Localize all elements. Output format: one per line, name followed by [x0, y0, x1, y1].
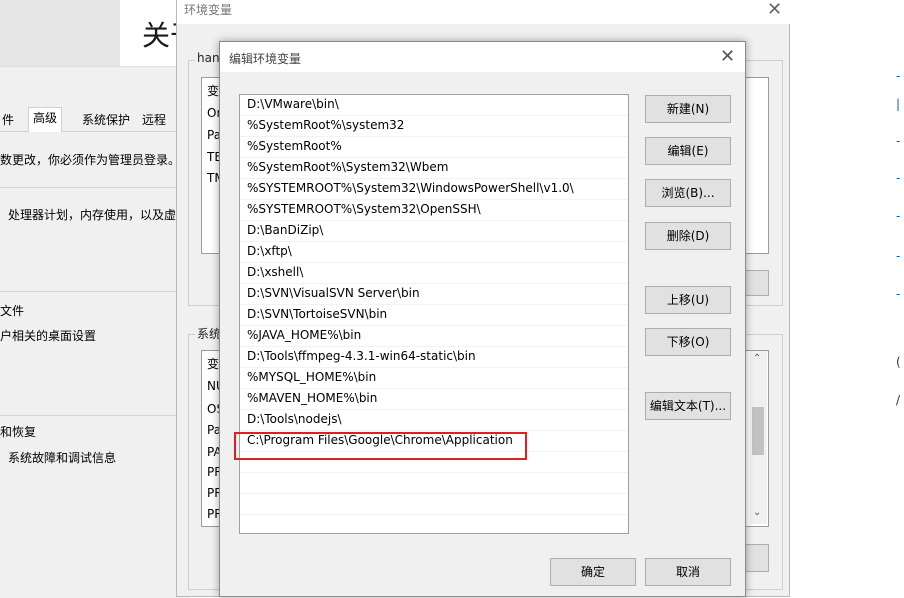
tab-remote[interactable]: 远程 — [138, 110, 170, 130]
tab-system-protection[interactable]: 系统保护 — [78, 110, 134, 130]
path-text: D:\SVN\VisualSVN Server\bin — [247, 286, 420, 300]
tab-advanced[interactable]: 高级 — [28, 107, 63, 132]
settings-link-fragments: - | - - - - - ( / — [896, 69, 901, 407]
ok-button[interactable]: 确定 — [550, 558, 636, 586]
path-item-highlighted[interactable]: C:\Program Files\Google\Chrome\Applicati… — [240, 431, 628, 452]
path-text: D:\SVN\TortoiseSVN\bin — [247, 307, 388, 321]
empty-row[interactable] — [240, 494, 628, 515]
path-text: D:\Tools\ffmpeg-4.3.1-win64-static\bin — [247, 349, 476, 363]
edit-environment-variable-dialog: 编辑环境变量 ✕ D:\VMware\bin\ %SystemRoot%\sys… — [219, 41, 746, 597]
chevron-down-icon[interactable]: ⌄ — [753, 507, 761, 518]
settings-sidebar-fragment — [0, 0, 120, 66]
path-item[interactable]: D:\xftp\ — [240, 242, 628, 263]
move-up-button[interactable]: 上移(U) — [645, 286, 731, 314]
system-properties-tabs: 件 高级 系统保护 远程 — [0, 107, 190, 132]
path-item[interactable]: %SystemRoot%\System32\Wbem — [240, 158, 628, 179]
divider — [0, 291, 190, 292]
path-item[interactable]: D:\xshell\ — [240, 263, 628, 284]
browse-button[interactable]: 浏览(B)... — [645, 179, 731, 207]
empty-row[interactable] — [240, 473, 628, 494]
path-item[interactable]: %SystemRoot%\system32 — [240, 116, 628, 137]
path-text: D:\VMware\bin\ — [247, 97, 339, 111]
divider — [0, 415, 190, 416]
list-item[interactable]: 变 — [207, 355, 219, 372]
path-text: %MYSQL_HOME%\bin — [247, 370, 377, 384]
scrollbar[interactable]: ⌃ ⌄ — [750, 351, 767, 524]
path-item[interactable]: %MAVEN_HOME%\bin — [240, 389, 628, 410]
path-text: %SystemRoot%\system32 — [247, 118, 405, 132]
title-bar — [177, 0, 791, 24]
path-item[interactable]: %SystemRoot% — [240, 137, 628, 158]
tab-hardware[interactable]: 件 — [0, 110, 18, 130]
path-text: %SYSTEMROOT%\System32\OpenSSH\ — [247, 202, 481, 216]
path-item[interactable]: D:\VMware\bin\ — [240, 95, 628, 116]
path-item[interactable]: %JAVA_HOME%\bin — [240, 326, 628, 347]
path-text: %JAVA_HOME%\bin — [247, 328, 362, 342]
path-item[interactable]: %SYSTEMROOT%\System32\WindowsPowerShell\… — [240, 179, 628, 200]
dialog-title: 编辑环境变量 — [229, 52, 302, 66]
path-text: %SystemRoot%\System32\Wbem — [247, 160, 449, 174]
path-list[interactable]: D:\VMware\bin\ %SystemRoot%\system32 %Sy… — [239, 94, 629, 534]
delete-button[interactable]: 删除(D) — [645, 222, 731, 250]
system-delete-button-edge[interactable] — [743, 544, 769, 572]
path-item[interactable]: D:\SVN\TortoiseSVN\bin — [240, 305, 628, 326]
cancel-button[interactable]: 取消 — [645, 558, 731, 586]
chevron-up-icon[interactable]: ⌃ — [753, 353, 761, 364]
path-text: %SYSTEMROOT%\System32\WindowsPowerShell\… — [247, 181, 574, 195]
startup-recovery-description: 系统故障和调试信息 — [8, 451, 117, 465]
empty-row[interactable] — [240, 452, 628, 473]
path-text: %MAVEN_HOME%\bin — [247, 391, 378, 405]
system-properties-dialog: 件 高级 系统保护 远程 数更改，你必须作为管理员登录。 处理器计划，内存使用，… — [0, 66, 190, 598]
user-profiles-description: 户相关的桌面设置 — [0, 329, 97, 343]
path-text: C:\Program Files\Google\Chrome\Applicati… — [247, 433, 513, 447]
path-text: D:\xftp\ — [247, 244, 292, 258]
divider — [0, 187, 190, 188]
path-text: D:\Tools\nodejs\ — [247, 412, 342, 426]
path-text: D:\BanDiZip\ — [247, 223, 324, 237]
user-profiles-heading: 文件 — [0, 304, 25, 318]
close-icon[interactable]: ✕ — [767, 0, 782, 20]
path-item[interactable]: %MYSQL_HOME%\bin — [240, 368, 628, 389]
scrollbar-thumb[interactable] — [752, 407, 764, 455]
new-button[interactable]: 新建(N) — [645, 95, 731, 123]
user-delete-button-edge[interactable] — [743, 270, 769, 296]
path-item[interactable]: D:\SVN\VisualSVN Server\bin — [240, 284, 628, 305]
performance-description: 处理器计划，内存使用，以及虚 — [8, 208, 177, 222]
edit-button[interactable]: 编辑(E) — [645, 137, 731, 165]
path-item[interactable]: D:\BanDiZip\ — [240, 221, 628, 242]
path-item[interactable]: %SYSTEMROOT%\System32\OpenSSH\ — [240, 200, 628, 221]
path-item[interactable]: D:\Tools\ffmpeg-4.3.1-win64-static\bin — [240, 347, 628, 368]
close-icon[interactable]: ✕ — [720, 46, 735, 67]
path-text: %SystemRoot% — [247, 139, 342, 153]
startup-recovery-heading: 和恢复 — [0, 425, 37, 439]
path-item[interactable]: D:\Tools\nodejs\ — [240, 410, 628, 431]
dialog-title: 环境变量 — [184, 3, 233, 17]
edit-text-button[interactable]: 编辑文本(T)... — [645, 392, 731, 420]
admin-notice: 数更改，你必须作为管理员登录。 — [0, 153, 181, 167]
path-text: D:\xshell\ — [247, 265, 304, 279]
list-item[interactable]: 变 — [207, 82, 219, 99]
move-down-button[interactable]: 下移(O) — [645, 328, 731, 356]
